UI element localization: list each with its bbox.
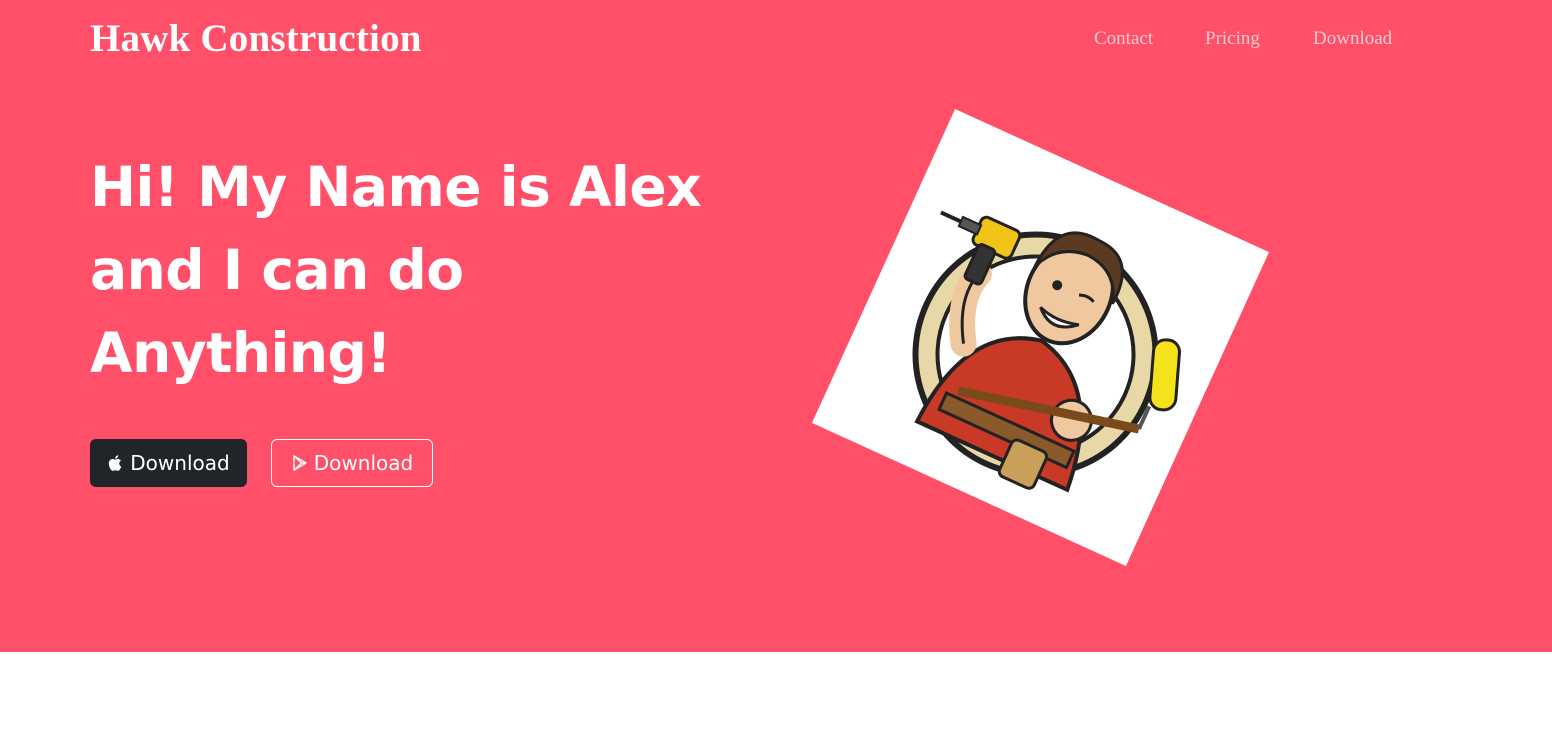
apple-icon [107,453,125,473]
nav-link-pricing[interactable]: Pricing [1205,28,1260,50]
hero-headline: Hi! My Name is Alex and I can do Anythin… [90,155,702,385]
handyman-mascot-illustration [811,108,1270,567]
google-play-icon [291,453,309,473]
nav-link-contact[interactable]: Contact [1094,28,1153,50]
app-store-download-button[interactable]: Download [90,439,247,487]
google-play-download-label: Download [313,451,414,475]
app-store-download-label: Download [130,451,230,475]
google-play-download-button[interactable]: Download [271,439,433,487]
nav-link-download[interactable]: Download [1313,28,1392,50]
top-nav: Contact Pricing Download [0,28,1552,52]
hero-section: Hawk Construction Contact Pricing Downlo… [0,0,1552,652]
